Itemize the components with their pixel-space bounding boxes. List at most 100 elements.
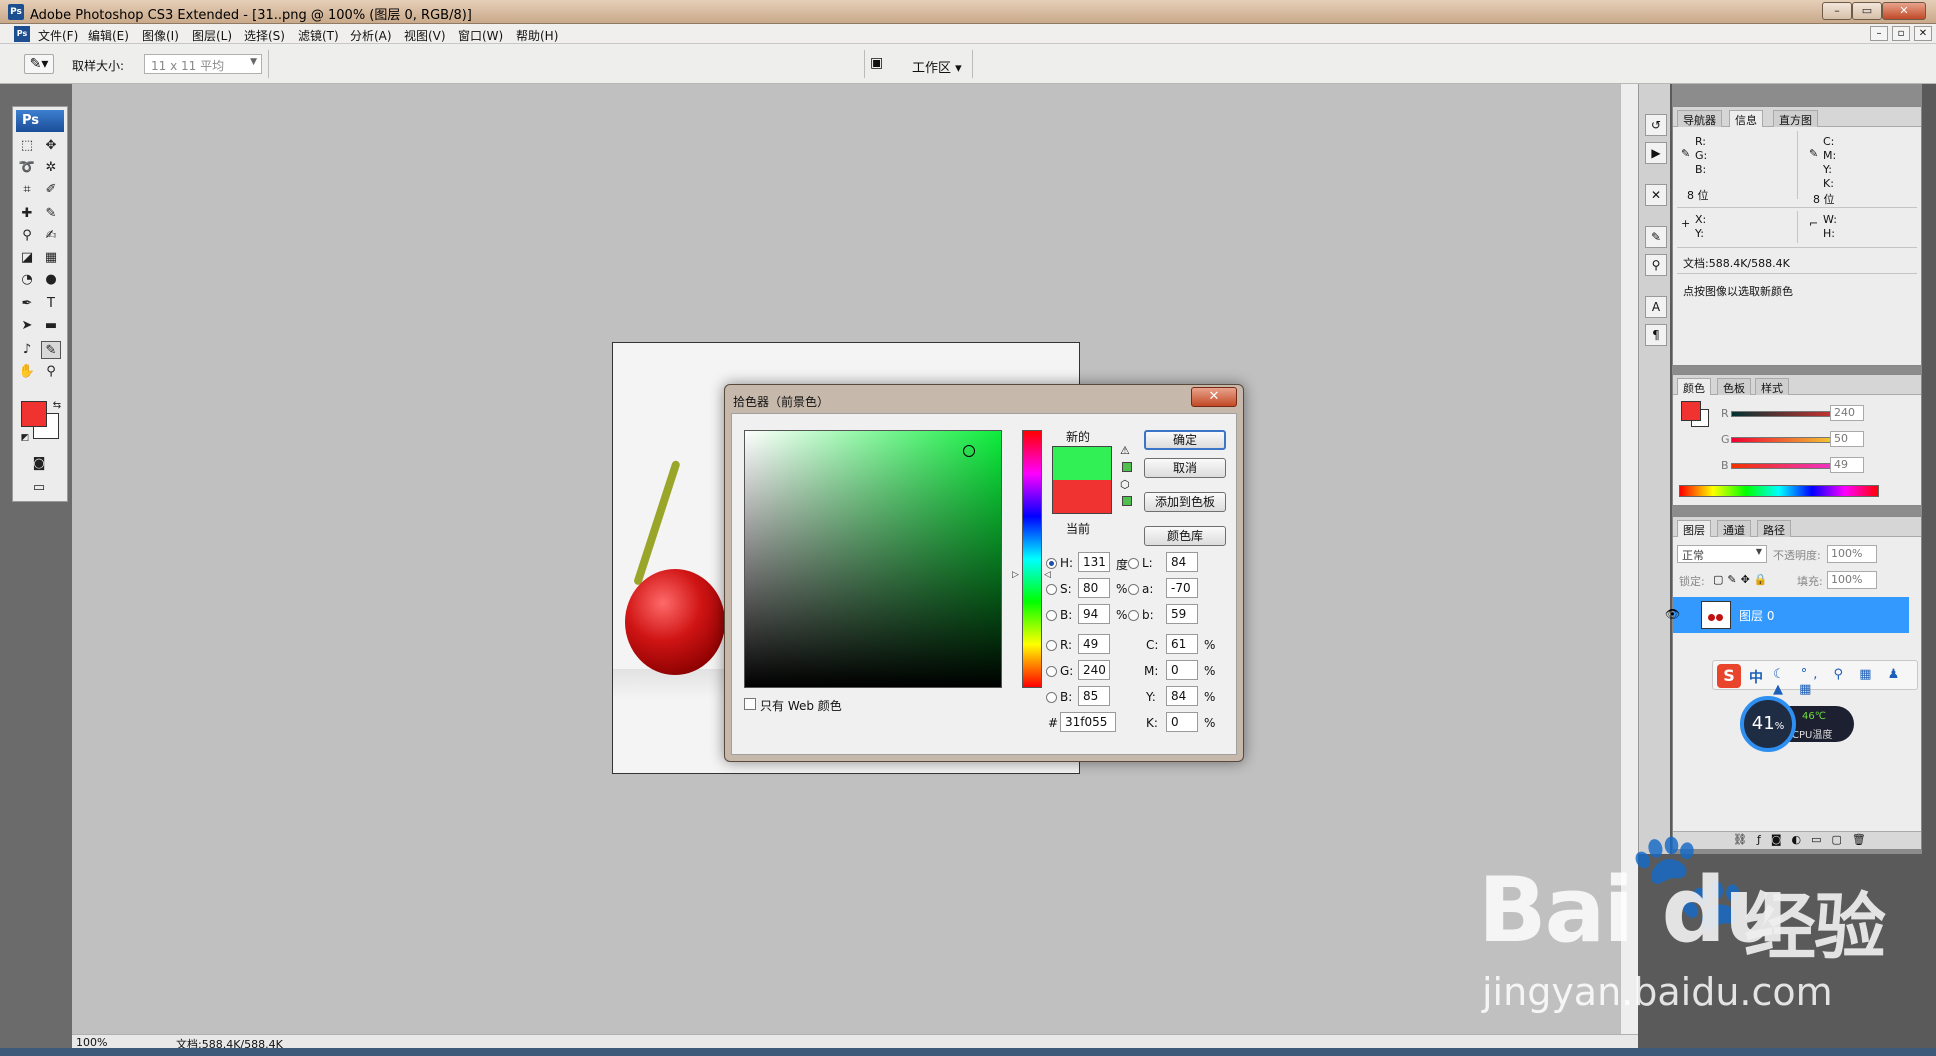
brightness-radio[interactable] <box>1046 610 1057 621</box>
tab-info[interactable]: 信息 <box>1729 110 1763 127</box>
character-panel-icon[interactable]: A <box>1645 296 1667 318</box>
paragraph-panel-icon[interactable]: ¶ <box>1645 324 1667 346</box>
close-window-button[interactable]: ✕ <box>1882 2 1926 20</box>
hue-arrow-right-icon[interactable]: ◁ <box>1044 570 1051 580</box>
lab-l-input[interactable]: 84 <box>1166 552 1198 572</box>
green-value-input[interactable]: 50 <box>1830 431 1864 447</box>
minimize-button[interactable]: – <box>1822 2 1852 20</box>
eye-icon[interactable]: 👁 <box>1665 607 1680 621</box>
color-libraries-button[interactable]: 颜色库 <box>1144 526 1226 546</box>
tab-color[interactable]: 颜色 <box>1677 378 1711 395</box>
menu-window[interactable]: 窗口(W) <box>458 27 503 44</box>
blue-input[interactable]: 85 <box>1078 686 1110 706</box>
blue-radio[interactable] <box>1046 692 1057 703</box>
gradient-tool-icon[interactable]: ▦ <box>41 249 61 267</box>
lasso-tool-icon[interactable]: ➰ <box>17 159 37 177</box>
blue-value-input[interactable]: 49 <box>1830 457 1864 473</box>
lab-a-radio[interactable] <box>1128 584 1139 595</box>
tab-navigator[interactable]: 导航器 <box>1677 110 1722 127</box>
menu-file[interactable]: 文件(F) <box>38 27 78 44</box>
quick-mask-icon[interactable]: ◙ <box>29 455 49 473</box>
menu-layer[interactable]: 图层(L) <box>192 27 232 44</box>
tab-paths[interactable]: 路径 <box>1757 520 1791 537</box>
current-color-swatch[interactable] <box>1052 480 1112 514</box>
brush-tool-icon[interactable]: ✎ <box>41 205 61 223</box>
cyan-input[interactable]: 61 <box>1166 634 1198 654</box>
history-brush-tool-icon[interactable]: ✍ <box>41 227 61 245</box>
maximize-button[interactable]: ▭ <box>1852 2 1882 20</box>
actions-panel-icon[interactable]: ▶ <box>1645 142 1667 164</box>
move-tool-icon[interactable]: ✥ <box>41 137 61 155</box>
type-tool-icon[interactable]: T <box>41 295 61 313</box>
tool-presets-icon[interactable]: ✕ <box>1645 184 1667 206</box>
history-panel-icon[interactable]: ↺ <box>1645 114 1667 136</box>
menu-select[interactable]: 选择(S) <box>244 27 285 44</box>
menu-filter[interactable]: 滤镜(T) <box>298 27 339 44</box>
path-selection-tool-icon[interactable]: ➤ <box>17 317 37 335</box>
hex-input[interactable]: 31f055 <box>1060 712 1116 732</box>
layer-actions-icons[interactable]: ⛓ƒ◙◐▭▢🗑 <box>1733 833 1876 846</box>
web-safe-swatch[interactable] <box>1122 496 1132 506</box>
menu-image[interactable]: 图像(I) <box>142 27 179 44</box>
menu-edit[interactable]: 编辑(E) <box>88 27 129 44</box>
cancel-button[interactable]: 取消 <box>1144 458 1226 478</box>
color-spectrum-bar[interactable] <box>1679 485 1879 497</box>
dialog-close-button[interactable]: ✕ <box>1191 387 1237 407</box>
opacity-input[interactable]: 100% <box>1827 545 1877 563</box>
eraser-tool-icon[interactable]: ◪ <box>17 249 37 267</box>
ime-tray-icons[interactable]: ☾ °, ⚲ ▦ ♟ ▲ ▦ <box>1773 667 1917 697</box>
yellow-input[interactable]: 84 <box>1166 686 1198 706</box>
layer-row[interactable]: 👁 图层 0 <box>1665 597 1909 633</box>
clone-source-icon[interactable]: ⚲ <box>1645 254 1667 276</box>
marquee-tool-icon[interactable]: ⬚ <box>17 137 37 155</box>
zoom-tool-icon[interactable]: ⚲ <box>41 363 61 381</box>
green-input[interactable]: 240 <box>1078 660 1110 680</box>
color-cursor[interactable] <box>963 445 975 457</box>
default-colors-icon[interactable]: ◩ <box>15 429 35 447</box>
workspace-menu[interactable]: 工作区 ▾ <box>912 57 962 76</box>
lock-icons[interactable]: ▢✎✥🔒 <box>1713 573 1772 586</box>
color-panel-fg-swatch[interactable] <box>1681 401 1701 421</box>
blur-tool-icon[interactable]: ◔ <box>17 271 37 289</box>
saturation-input[interactable]: 80 <box>1078 578 1110 598</box>
ime-language-toggle[interactable]: 中 <box>1749 667 1763 687</box>
hue-radio[interactable] <box>1046 558 1057 569</box>
tab-histogram[interactable]: 直方图 <box>1773 110 1818 127</box>
blend-mode-select[interactable]: 正常 ▼ <box>1677 545 1767 563</box>
tab-layers[interactable]: 图层 <box>1677 520 1711 537</box>
ok-button[interactable]: 确定 <box>1144 430 1226 450</box>
lab-l-radio[interactable] <box>1128 558 1139 569</box>
eyedropper-tool-icon[interactable]: ✎ <box>41 341 61 359</box>
lab-b-input[interactable]: 59 <box>1166 604 1198 624</box>
magic-wand-tool-icon[interactable]: ✲ <box>41 159 61 177</box>
doc-minimize-button[interactable]: – <box>1870 26 1888 41</box>
fill-input[interactable]: 100% <box>1827 571 1877 589</box>
web-colors-only-checkbox[interactable] <box>744 698 756 710</box>
saturation-radio[interactable] <box>1046 584 1057 595</box>
tab-channels[interactable]: 通道 <box>1717 520 1751 537</box>
dodge-tool-icon[interactable]: ● <box>41 271 61 289</box>
menu-view[interactable]: 视图(V) <box>404 27 446 44</box>
magenta-input[interactable]: 0 <box>1166 660 1198 680</box>
tab-styles[interactable]: 样式 <box>1755 378 1789 395</box>
tab-swatches[interactable]: 色板 <box>1717 378 1751 395</box>
web-safe-cube-icon[interactable]: ⬡ <box>1120 478 1130 491</box>
doc-close-button[interactable]: ✕ <box>1914 26 1932 41</box>
brightness-input[interactable]: 94 <box>1078 604 1110 624</box>
clone-stamp-tool-icon[interactable]: ⚲ <box>17 227 37 245</box>
hand-tool-icon[interactable]: ✋ <box>17 363 37 381</box>
hue-input[interactable]: 131 <box>1078 552 1110 572</box>
black-input[interactable]: 0 <box>1166 712 1198 732</box>
workspace-icon[interactable]: ▣ <box>870 55 892 73</box>
crop-tool-icon[interactable]: ⌗ <box>17 181 37 199</box>
add-to-swatches-button[interactable]: 添加到色板 <box>1144 492 1226 512</box>
red-input[interactable]: 49 <box>1078 634 1110 654</box>
red-radio[interactable] <box>1046 640 1057 651</box>
pen-tool-icon[interactable]: ✒ <box>17 295 37 313</box>
doc-restore-button[interactable]: ▫ <box>1892 26 1910 41</box>
healing-brush-tool-icon[interactable]: ✚ <box>17 205 37 223</box>
menu-analysis[interactable]: 分析(A) <box>350 27 392 44</box>
swap-colors-icon[interactable]: ⇆ <box>47 397 67 415</box>
foreground-color-swatch[interactable] <box>21 401 47 427</box>
screen-mode-icon[interactable]: ▭ <box>29 479 49 497</box>
